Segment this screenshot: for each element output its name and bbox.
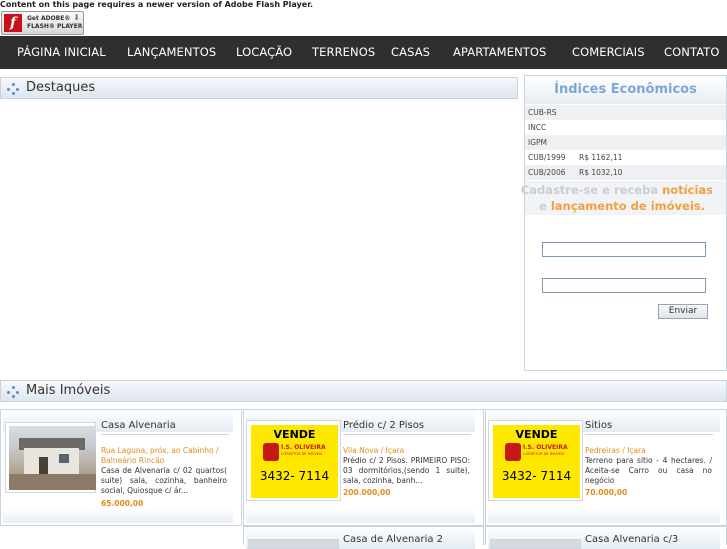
nav-lancamentos[interactable]: LANÇAMENTOS [127, 36, 216, 69]
index-row: INCC [525, 120, 726, 135]
listing-location: Vila Nova / Içara [343, 446, 405, 455]
nav-apartamentos[interactable]: APARTAMENTOS [453, 36, 546, 69]
nav-comerciais[interactable]: COMERCIAIS [572, 36, 645, 69]
nav-casas[interactable]: CASAS [391, 36, 430, 69]
listing-card[interactable]: VENDE I.S. OLIVEIRA CORRETOR DE IMÓVEIS … [243, 409, 484, 526]
newsletter-banner: Cadastre-se e receba notícias e lançamen… [521, 181, 726, 215]
listing-thumbnail[interactable] [490, 539, 581, 549]
destaques-title: Destaques [26, 80, 96, 95]
listing-price: 70.000,00 [585, 488, 628, 497]
house-photo [9, 426, 96, 490]
listing-thumbnail[interactable] [248, 539, 339, 549]
nav-locacao[interactable]: LOCAÇÃO [236, 36, 292, 69]
index-label: CUB-RS [528, 108, 557, 117]
index-row: IGPM [525, 135, 726, 150]
mais-imoveis-header: Mais Imóveis [0, 380, 727, 402]
flash-badge-line1: Get ADOBE® [27, 15, 71, 22]
get-flash-player-button[interactable]: f Get ADOBE® FLASH® PLAYER ⬇ [1, 11, 84, 35]
listing-description: Casa de Alvenaria c/ 02 quartos( suite) … [101, 466, 227, 495]
indices-header: Índices Econômicos [525, 76, 726, 104]
listing-title[interactable]: Prédio c/ 2 Pisos [343, 420, 424, 431]
listing-description: Prédio c/ 2 Pisos. PRIMEIRO PISO: 03 dor… [343, 456, 470, 485]
index-row: CUB/2006 R$ 1032,10 [525, 165, 726, 180]
bullet-dots-icon [6, 82, 20, 96]
listing-thumbnail[interactable]: VENDE I.S. OLIVEIRA CORRETOR DE IMÓVEIS … [488, 420, 583, 501]
submit-button[interactable]: Enviar [658, 304, 708, 319]
nav-pagina-inicial[interactable]: PÁGINA INICIAL [17, 36, 106, 69]
index-label: IGPM [528, 138, 548, 147]
index-value: R$ 1162,11 [579, 153, 623, 162]
listing-thumbnail[interactable]: VENDE I.S. OLIVEIRA CORRETOR DE IMÓVEIS … [246, 420, 341, 501]
flash-notice: Content on this page requires a newer ve… [0, 0, 314, 9]
listing-title[interactable]: Sitios [585, 420, 612, 431]
listing-price: 65.000,00 [101, 499, 144, 508]
index-row: CUB/1999 R$ 1162,11 [525, 150, 726, 165]
download-arrow-icon: ⬇ [73, 13, 80, 22]
listing-card[interactable]: VENDE I.S. OLIVEIRA CORRETOR DE IMÓVEIS … [485, 409, 727, 526]
main-nav: PÁGINA INICIAL LANÇAMENTOS LOCAÇÃO TERRE… [0, 36, 727, 69]
mais-imoveis-title: Mais Imóveis [26, 383, 111, 398]
index-label: CUB/1999 [528, 153, 566, 162]
listing-price: 200.000,00 [343, 488, 391, 497]
listing-description: Terreno para sitio - 4 hectares. / Aceit… [585, 456, 712, 485]
nav-contato[interactable]: CONTATO [664, 36, 720, 69]
index-label: INCC [528, 123, 547, 132]
listing-card[interactable]: Casa de Alvenaria 2 [243, 526, 484, 549]
flash-badge-line2: FLASH® PLAYER [27, 23, 83, 30]
listing-card[interactable]: Casa Alvenaria c/3 [485, 526, 727, 549]
listing-title[interactable]: Casa de Alvenaria 2 [343, 534, 443, 545]
vende-sign-image: VENDE I.S. OLIVEIRA CORRETOR DE IMÓVEIS … [493, 425, 580, 498]
index-row: CUB-RS [525, 105, 726, 120]
listing-card[interactable]: Casa Alvenaria Rua Laguna, próx. ao Cabi… [0, 409, 242, 526]
listing-title[interactable]: Casa Alvenaria c/3 [585, 534, 678, 545]
destaques-header: Destaques [0, 77, 518, 99]
listing-title[interactable]: Casa Alvenaria [101, 420, 176, 431]
flash-logo-icon: f [4, 14, 22, 32]
index-value: R$ 1032,10 [579, 168, 623, 177]
bullet-dots-icon [6, 385, 20, 399]
nav-terrenos[interactable]: TERRENOS [312, 36, 375, 69]
newsletter-line1: Cadastre-se e receba notícias [520, 183, 713, 197]
newsletter-line2: e lançamento de imóveis. [539, 199, 705, 213]
listing-thumbnail[interactable] [5, 422, 96, 493]
indices-title: Índices Econômicos [554, 82, 697, 97]
listing-location: Rua Laguna, próx. ao Cabinho / Balneário… [101, 446, 219, 465]
vende-sign-image: VENDE I.S. OLIVEIRA CORRETOR DE IMÓVEIS … [251, 425, 338, 498]
email-field[interactable] [542, 278, 706, 293]
sidebar-panel: Índices Econômicos CUB-RS INCC IGPM CUB/… [521, 75, 727, 371]
index-label: CUB/2006 [528, 168, 566, 177]
name-field[interactable] [542, 242, 706, 257]
listing-location: Pedreiras / Içara [585, 446, 646, 455]
